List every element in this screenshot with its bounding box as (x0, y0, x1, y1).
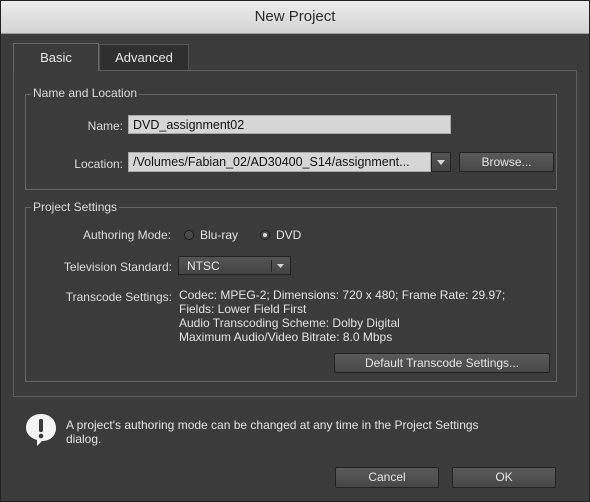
name-location-group (25, 94, 557, 190)
television-standard-select[interactable]: NTSC (178, 256, 291, 275)
transcode-settings-label: Transcode Settings: (65, 290, 172, 304)
new-project-dialog: New Project Basic Advanced Name and Loca… (0, 0, 590, 502)
transcode-line-3: Audio Transcoding Scheme: Dolby Digital (179, 316, 400, 330)
television-standard-value: NTSC (187, 259, 220, 273)
location-label: Location: (74, 157, 123, 171)
transcode-line-2: Fields: Lower Field First (179, 302, 307, 316)
chevron-down-icon (277, 264, 284, 268)
info-message-line-2: dialog. (66, 432, 102, 446)
blu-ray-radio[interactable] (184, 230, 194, 240)
project-settings-title: Project Settings (31, 200, 120, 214)
cancel-button[interactable]: Cancel (335, 467, 439, 488)
location-dropdown-button[interactable] (431, 152, 451, 172)
blu-ray-label[interactable]: Blu-ray (200, 228, 238, 242)
name-field[interactable] (128, 115, 451, 134)
chevron-down-icon (437, 160, 445, 165)
dialog-title: New Project (1, 1, 589, 34)
exclamation-icon (26, 414, 56, 446)
authoring-mode-label: Authoring Mode: (82, 228, 171, 242)
info-message-line-1: A project's authoring mode can be change… (66, 418, 479, 432)
transcode-line-4: Maximum Audio/Video Bitrate: 8.0 Mbps (179, 330, 393, 344)
transcode-line-1: Codec: MPEG-2; Dimensions: 720 x 480; Fr… (179, 288, 506, 302)
browse-button[interactable]: Browse... (459, 152, 554, 172)
default-transcode-settings-button[interactable]: Default Transcode Settings... (334, 353, 550, 373)
tab-basic[interactable]: Basic (13, 43, 99, 71)
location-field[interactable]: /Volumes/Fabian_02/AD30400_S14/assignmen… (128, 152, 431, 172)
ok-button[interactable]: OK (452, 467, 556, 488)
television-standard-label: Television Standard: (63, 260, 172, 274)
dvd-radio[interactable] (260, 230, 270, 240)
dvd-label[interactable]: DVD (276, 228, 301, 242)
tab-advanced[interactable]: Advanced (99, 44, 189, 70)
name-location-title: Name and Location (31, 86, 140, 100)
name-label: Name: (87, 119, 123, 133)
